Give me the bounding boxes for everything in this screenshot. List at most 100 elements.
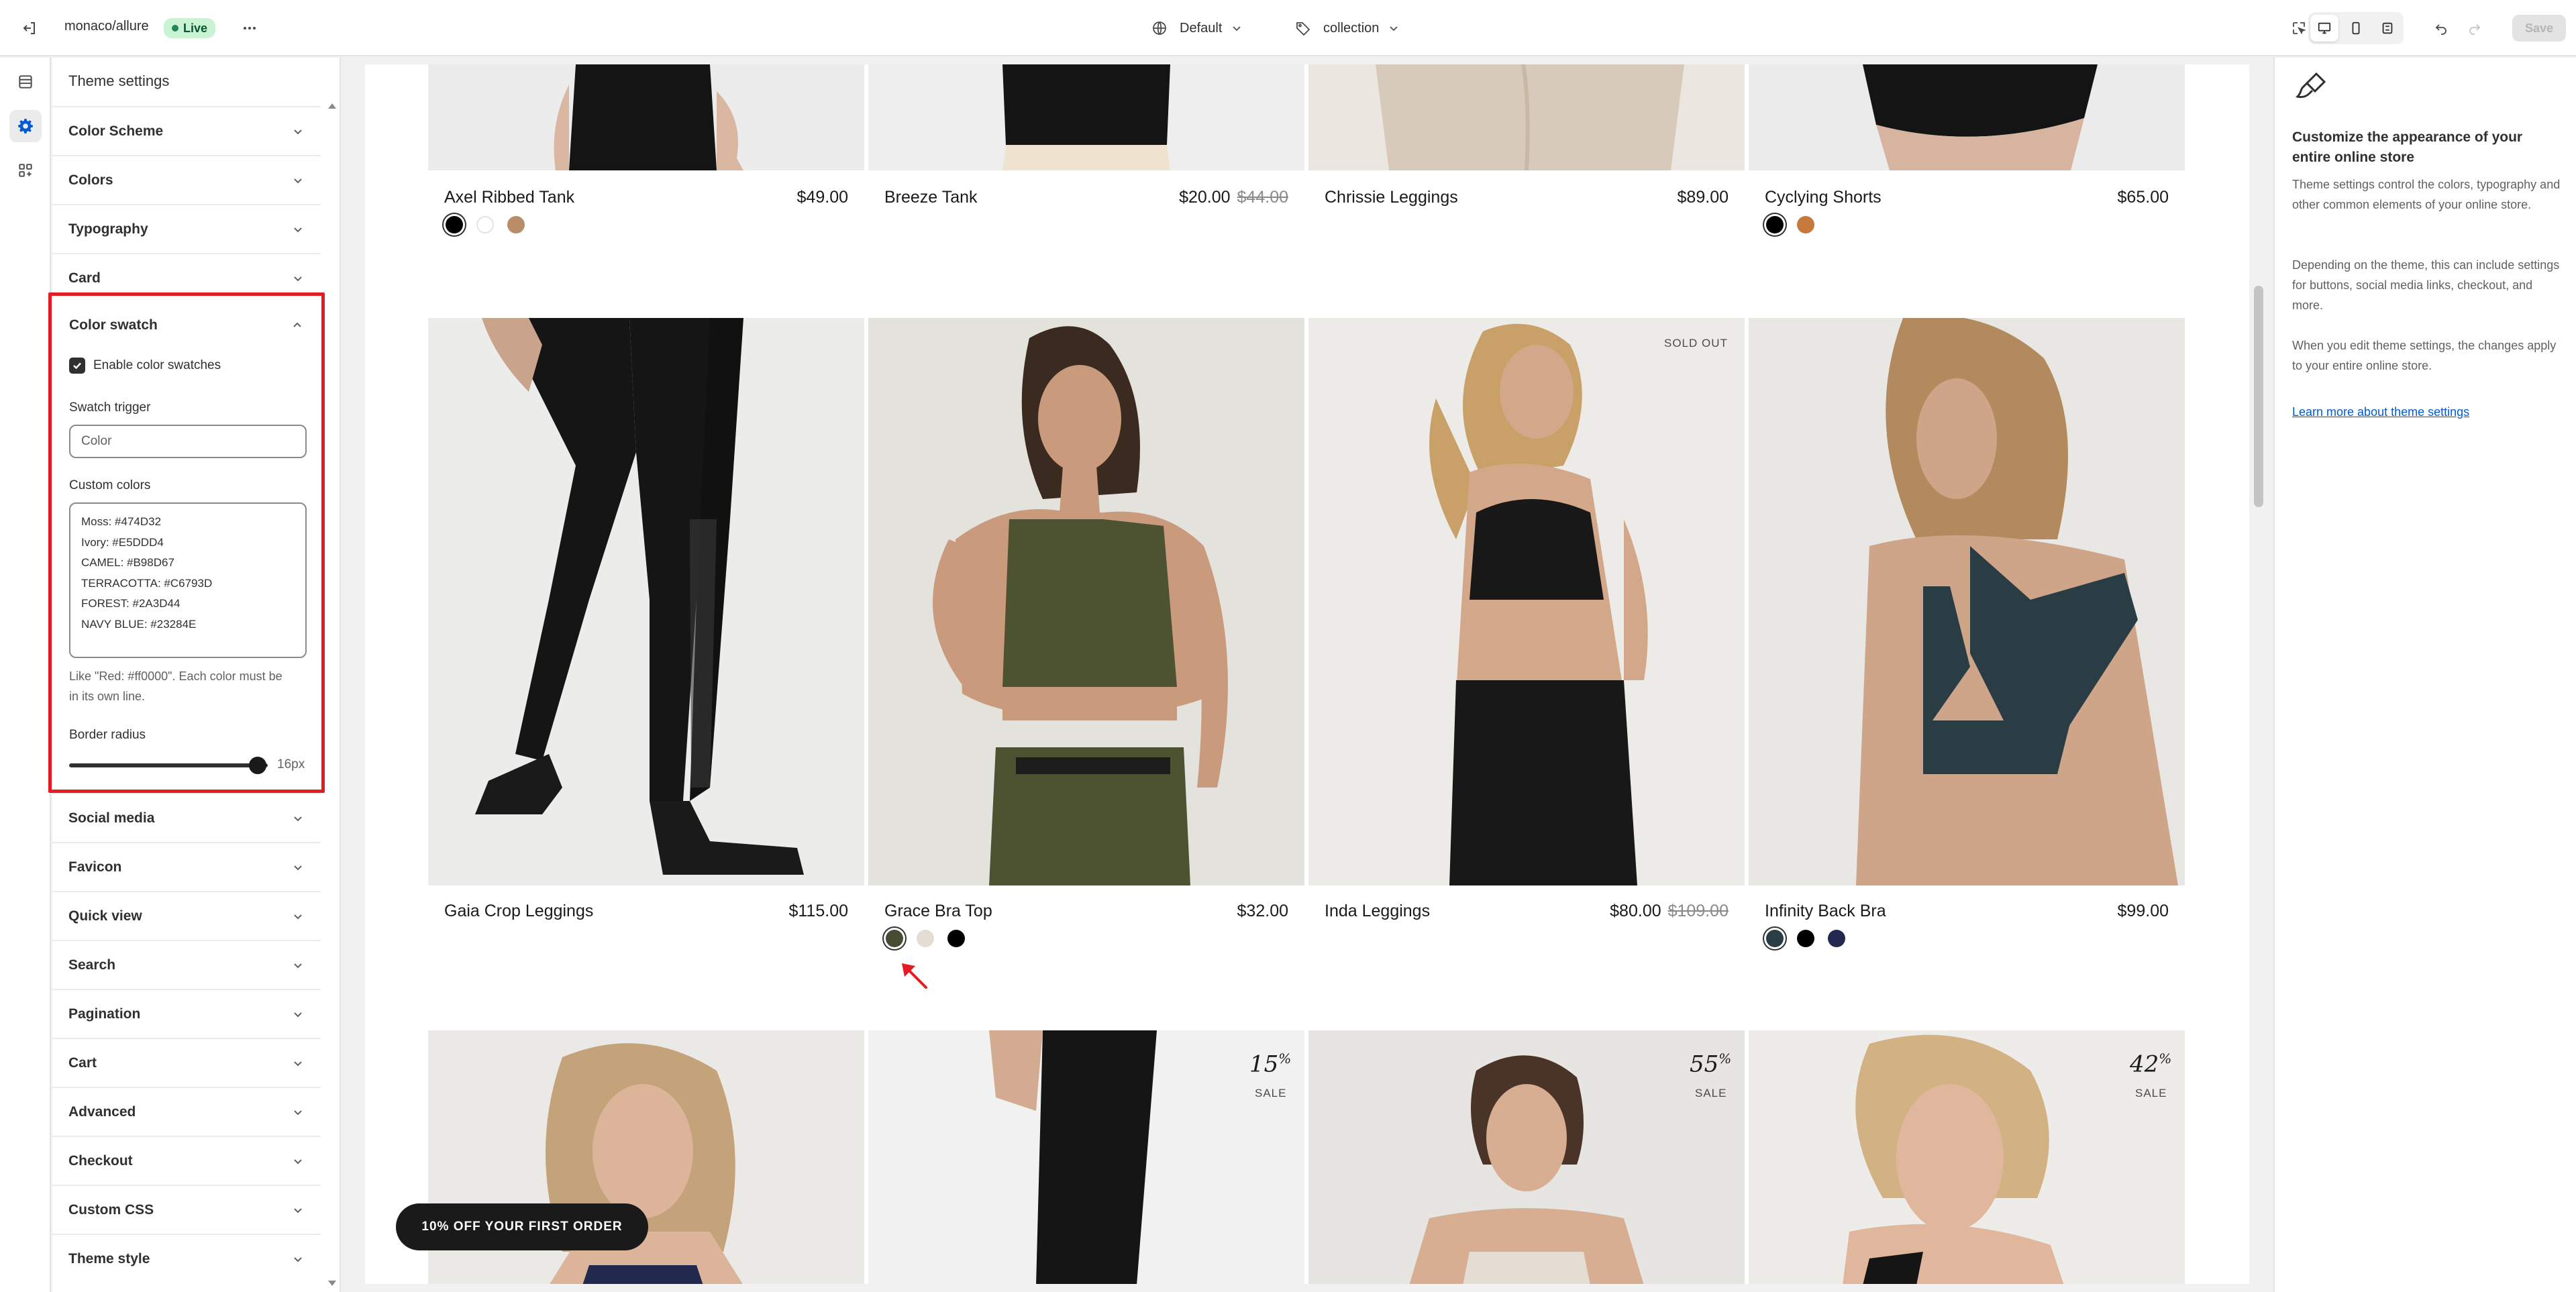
accordion-label: Pagination (68, 1006, 141, 1022)
price-value: $65.00 (2117, 188, 2169, 207)
sections-nav-button[interactable] (9, 66, 42, 98)
apps-nav-button[interactable] (9, 154, 42, 186)
accordion-colors[interactable]: Colors (52, 155, 321, 204)
product-image[interactable]: 15% SALE (868, 1030, 1304, 1284)
store-name: monaco/allure (64, 19, 149, 34)
panel-scrollbar[interactable] (323, 103, 340, 1291)
scroll-down-icon (328, 1281, 336, 1286)
product-price: $20.00 $44.00 (1074, 188, 1288, 207)
exit-button[interactable] (17, 16, 42, 40)
accordion-theme-style[interactable]: Theme style (52, 1234, 321, 1283)
accordion-label: Colors (68, 172, 113, 188)
product-title[interactable]: Cyclying Shorts (1765, 188, 1882, 207)
accordion-label: Theme style (68, 1250, 150, 1267)
swatch-navy-blue[interactable] (1828, 930, 1845, 947)
theme-settings-nav-button[interactable] (9, 110, 42, 142)
product-image[interactable] (868, 318, 1304, 885)
accordion-search[interactable]: Search (52, 940, 321, 989)
more-actions-button[interactable] (238, 16, 262, 40)
save-button[interactable]: Save (2512, 15, 2566, 42)
swatch-black[interactable] (1766, 216, 1784, 233)
swatch-black[interactable] (947, 930, 965, 947)
accordion-label: Favicon (68, 859, 122, 875)
sale-percent-value: 42 (2130, 1051, 2159, 1078)
mobile-view-button[interactable] (2342, 15, 2370, 42)
product-photo-row3-3 (1308, 1030, 1745, 1284)
accordion-cart[interactable]: Cart (52, 1038, 321, 1087)
slider-thumb[interactable] (249, 757, 267, 774)
swatch-black[interactable] (1797, 930, 1814, 947)
product-image[interactable]: 42% SALE (1749, 1030, 2185, 1284)
accordion-advanced[interactable]: Advanced (52, 1087, 321, 1136)
ellipsis-icon (238, 16, 262, 40)
accordion-typography[interactable]: Typography (52, 204, 321, 253)
accordion-label: Social media (68, 810, 155, 826)
price-value: $89.00 (1677, 188, 1729, 207)
product-title[interactable]: Infinity Back Bra (1765, 902, 1886, 921)
product-image[interactable] (428, 318, 864, 885)
product-title[interactable]: Axel Ribbed Tank (444, 188, 574, 207)
chevron-down-icon (294, 178, 302, 183)
desktop-view-button[interactable] (2310, 15, 2338, 42)
swatch-camel[interactable] (507, 216, 525, 233)
accordion-label: Card (68, 270, 101, 286)
custom-color-line: FOREST: #2A3D44 (81, 597, 181, 610)
sale-percent: 15% (1249, 1051, 1292, 1078)
product-image[interactable] (868, 64, 1304, 170)
accordion-custom-css[interactable]: Custom CSS (52, 1185, 321, 1234)
swatch-moss[interactable] (886, 930, 903, 947)
product-title[interactable]: Gaia Crop Leggings (444, 902, 593, 921)
product-title[interactable]: Breeze Tank (884, 188, 978, 207)
accordion-social-media[interactable]: Social media (52, 793, 321, 842)
sale-percent: 55% (1690, 1051, 1732, 1078)
accordion-pagination[interactable]: Pagination (52, 989, 321, 1038)
product-price: $99.00 (1954, 902, 2169, 921)
color-swatch-header[interactable]: Color swatch (69, 317, 304, 333)
swatch-terracotta[interactable] (1797, 216, 1814, 233)
redo-button[interactable] (2463, 16, 2487, 40)
swatch-black[interactable] (446, 216, 463, 233)
accordion-quick-view[interactable]: Quick view (52, 891, 321, 940)
swatch-trigger-input[interactable]: Color (69, 425, 307, 458)
border-radius-label: Border radius (69, 728, 146, 742)
swatch-white[interactable] (476, 216, 494, 233)
product-image[interactable]: 55% SALE (1308, 1030, 1745, 1284)
learn-more-link[interactable]: Learn more about theme settings (2292, 405, 2469, 419)
product-image[interactable] (1749, 318, 2185, 885)
product-price: $49.00 (633, 188, 848, 207)
help-text-line: in its own line. (69, 690, 146, 703)
undo-button[interactable] (2429, 16, 2453, 40)
accordion-favicon[interactable]: Favicon (52, 842, 321, 891)
product-image[interactable] (428, 64, 864, 170)
theme-select[interactable]: Default (1147, 16, 1243, 40)
help-text-line: Like "Red: #ff0000". Each color must be (69, 669, 282, 683)
inspector-button[interactable] (2287, 16, 2311, 40)
border-radius-slider[interactable]: 16px (69, 752, 305, 779)
custom-colors-label: Custom colors (69, 478, 151, 492)
product-image[interactable]: SOLD OUT (1308, 318, 1745, 885)
template-select[interactable]: collection (1291, 16, 1400, 40)
price-value: $20.00 (1179, 188, 1231, 207)
scrollbar-thumb[interactable] (2254, 286, 2263, 507)
product-title[interactable]: Inda Leggings (1325, 902, 1430, 921)
promo-button[interactable]: 10% OFF YOUR FIRST ORDER (396, 1203, 648, 1250)
accordion-label: Typography (68, 221, 148, 237)
preview-scrollbar[interactable] (2251, 64, 2267, 1284)
product-photo-chrissie (1308, 64, 1745, 170)
product-title[interactable]: Chrissie Leggings (1325, 188, 1458, 207)
paintbrush-icon (2296, 72, 2326, 99)
live-dot-icon (172, 25, 178, 32)
theme-settings-info-panel: Customize the appearance of your entire … (2273, 58, 2576, 1292)
swatch-ivory[interactable] (917, 930, 934, 947)
accordion-color-scheme[interactable]: Color Scheme (52, 106, 321, 155)
swatch-forest[interactable] (1766, 930, 1784, 947)
enable-swatches-checkbox[interactable] (69, 358, 85, 374)
product-image[interactable] (1308, 64, 1745, 170)
custom-colors-textarea[interactable]: Moss: #474D32 Ivory: #E5DDD4 CAMEL: #B98… (69, 502, 307, 658)
product-image[interactable] (1749, 64, 2185, 170)
accordion-label: Custom CSS (68, 1201, 154, 1218)
fullscreen-view-button[interactable] (2373, 15, 2402, 42)
accordion-checkout[interactable]: Checkout (52, 1136, 321, 1185)
product-title[interactable]: Grace Bra Top (884, 902, 992, 921)
redo-icon (2463, 16, 2487, 40)
